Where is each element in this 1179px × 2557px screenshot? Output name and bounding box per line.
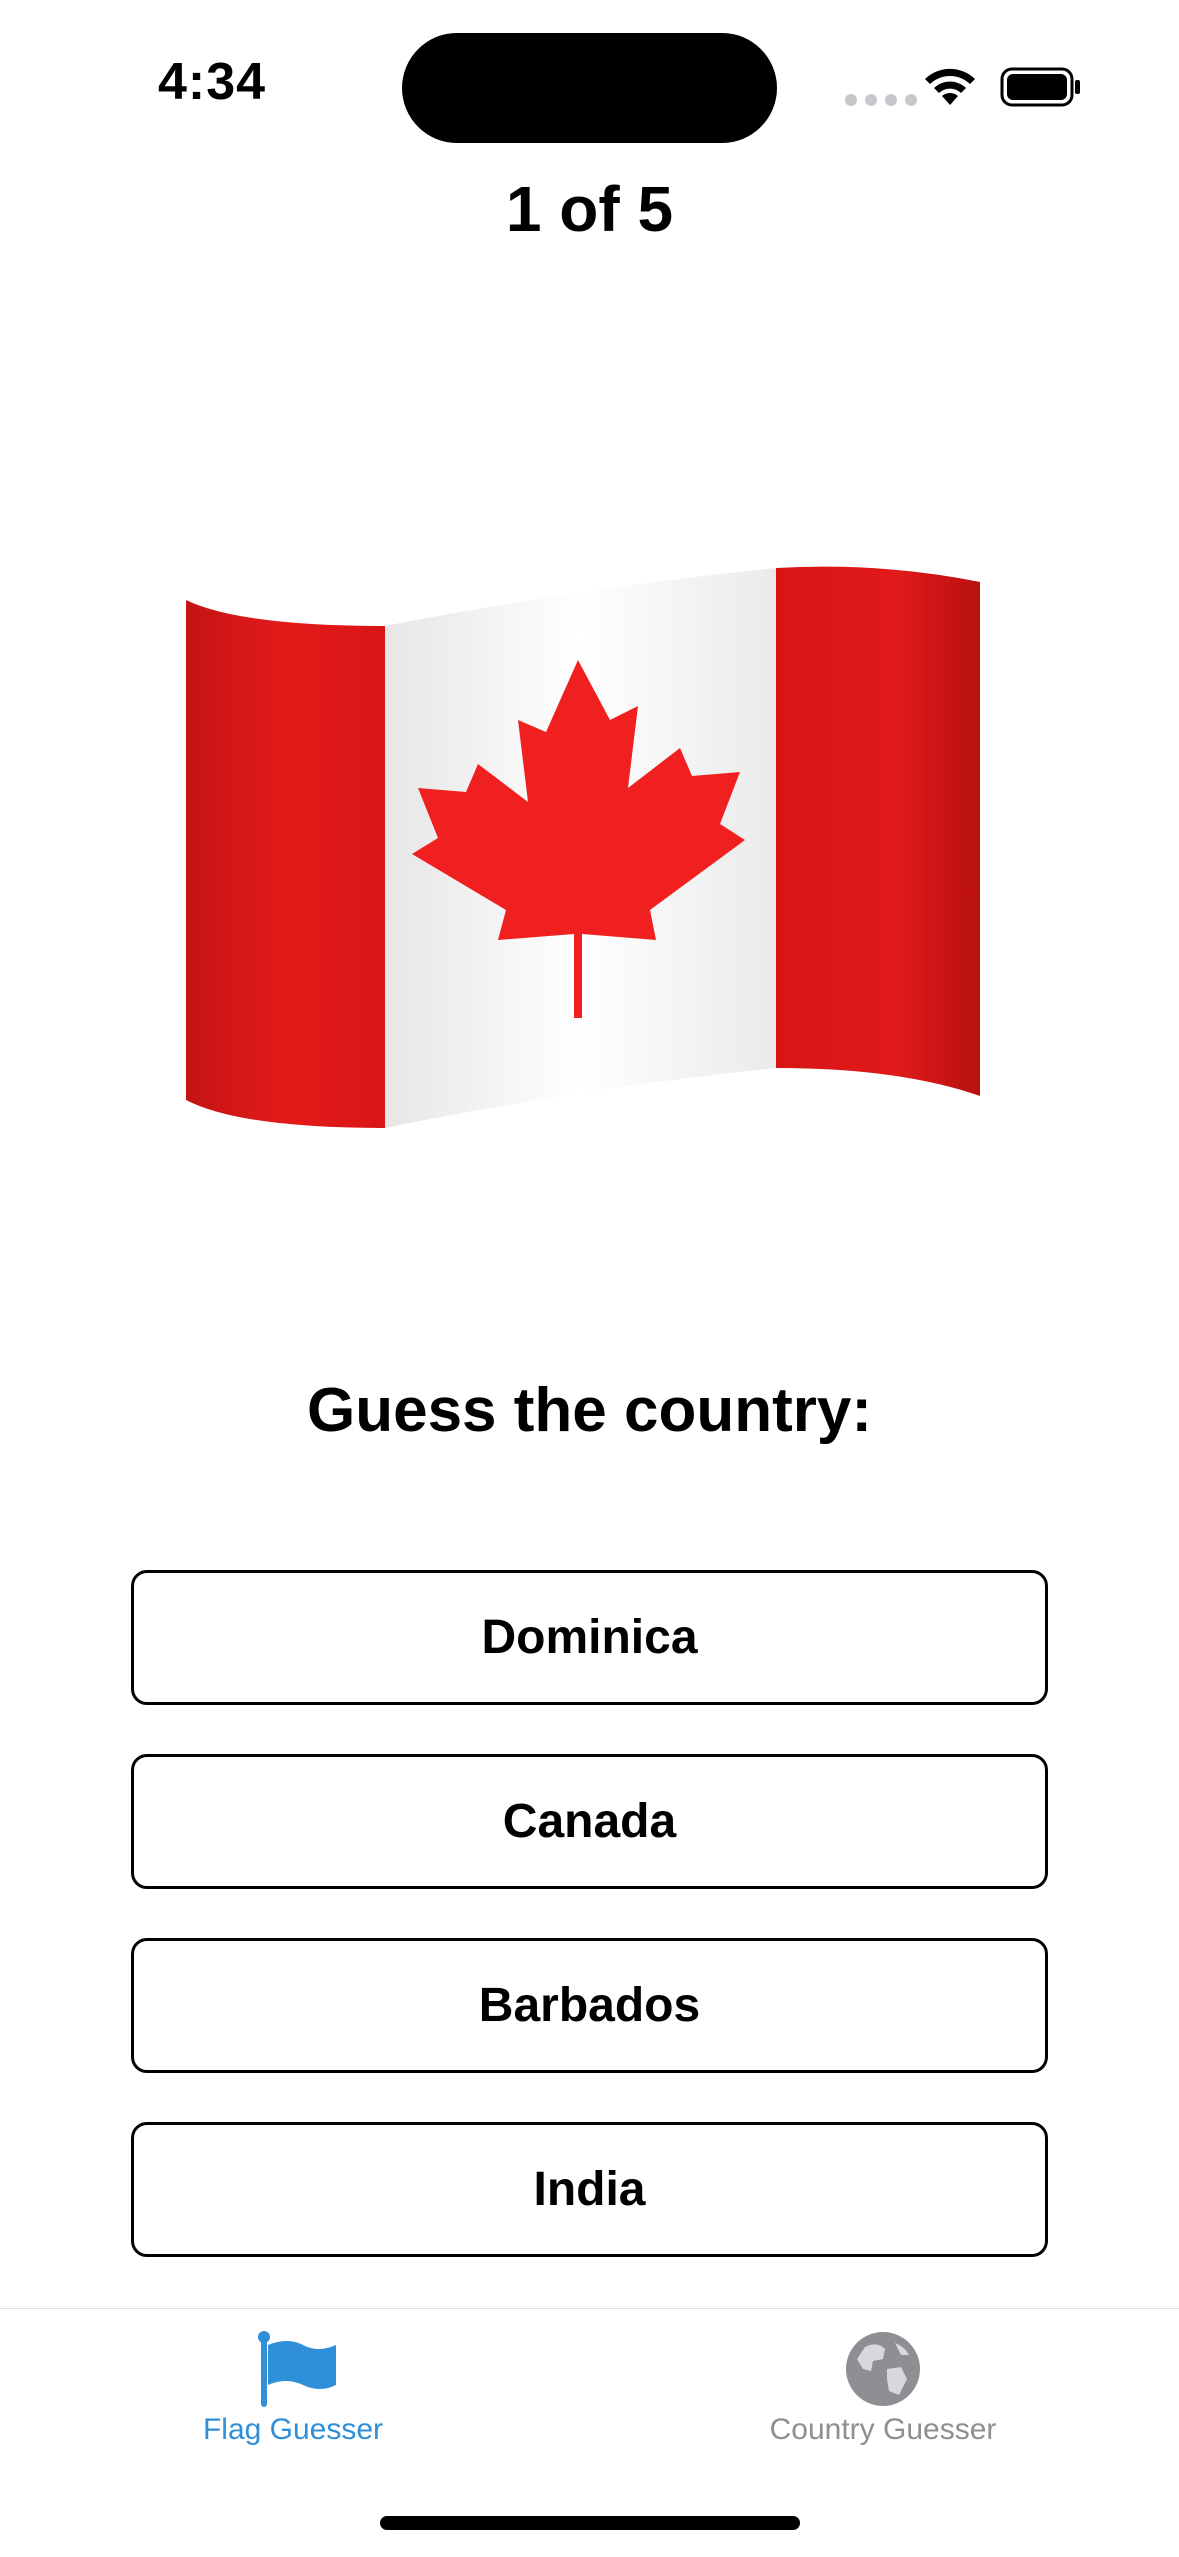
tab-label-country-guesser: Country Guesser (769, 2413, 997, 2446)
answer-button-barbados[interactable]: Barbados (131, 1938, 1048, 2073)
cellular-signal-icon (845, 94, 917, 106)
answer-list: Dominica Canada Barbados India (131, 1570, 1048, 2306)
tab-country-guesser[interactable]: Country Guesser (673, 2329, 1093, 2447)
flag-icon (258, 2331, 336, 2407)
answer-button-canada[interactable]: Canada (131, 1754, 1048, 1889)
question-prompt: Guess the country: (307, 1376, 872, 1445)
tab-label-flag-guesser: Flag Guesser (202, 2413, 384, 2446)
answer-button-india[interactable]: India (131, 2122, 1048, 2257)
battery-icon (1000, 67, 1080, 107)
tab-flag-guesser[interactable]: Flag Guesser (83, 2329, 503, 2447)
globe-icon (846, 2332, 920, 2406)
dynamic-island (402, 33, 777, 143)
answer-button-dominica[interactable]: Dominica (131, 1570, 1048, 1705)
home-indicator (380, 2516, 800, 2530)
wifi-icon (925, 68, 975, 105)
question-progress: 1 of 5 (505, 173, 674, 245)
status-time: 4:34 (158, 53, 267, 111)
canada-flag-icon (180, 548, 980, 1138)
